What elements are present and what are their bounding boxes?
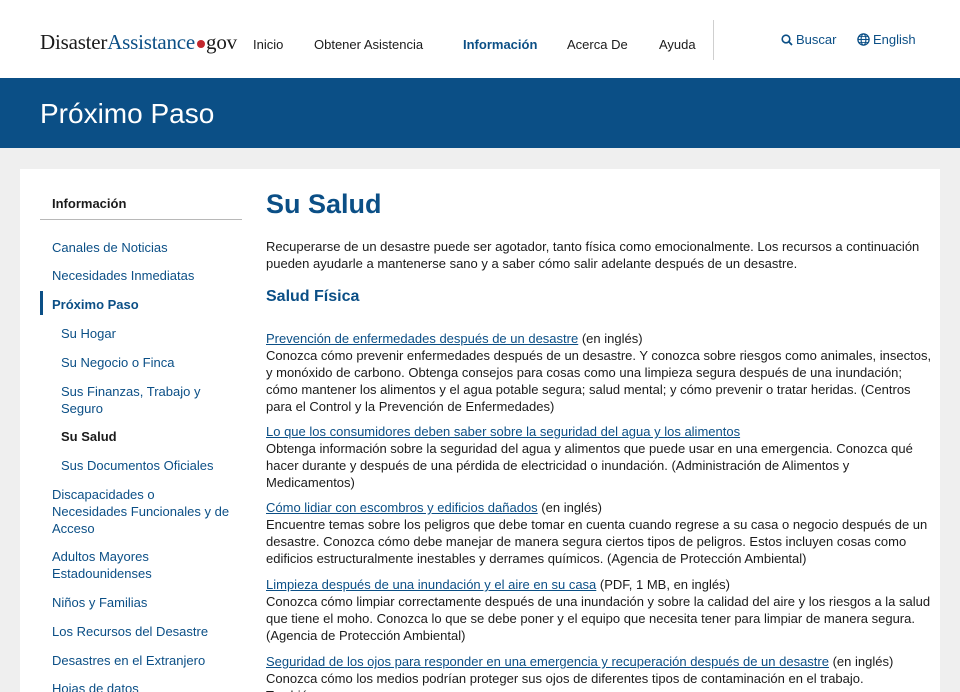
language-toggle[interactable]: English (857, 32, 916, 47)
resource-description: Encuentre temas sobre los peligros que d… (266, 517, 928, 566)
resource-description: Conozca cómo los medios podrían proteger… (266, 671, 864, 692)
resource-item: Cómo lidiar con escombros y edificios da… (266, 499, 932, 567)
resource-item: Seguridad de los ojos para responder en … (266, 653, 896, 692)
resource-link[interactable]: Prevención de enfermedades después de un… (266, 331, 578, 346)
resource-item: Prevención de enfermedades después de un… (266, 330, 932, 415)
sidebar-item-adultos-mayores[interactable]: Adultos Mayores Estadounidenses (52, 548, 192, 582)
resource-note: (en inglés) (578, 331, 643, 346)
page-title: Su Salud (266, 189, 382, 219)
site-header: DisasterAssistance gov Inicio Obtener Asi… (0, 0, 960, 78)
sidebar-item-necesidades-inmediatas[interactable]: Necesidades Inmediatas (52, 267, 194, 284)
sidebar-item-sus-documentos-oficiales[interactable]: Sus Documentos Oficiales (61, 457, 213, 474)
logo-dot-icon (197, 39, 206, 48)
nav-inicio[interactable]: Inicio (253, 37, 283, 52)
logo-text-assistance: Assistance (107, 30, 196, 54)
site-logo[interactable]: DisasterAssistance gov (40, 30, 237, 55)
sidebar-item-su-salud[interactable]: Su Salud (61, 428, 117, 445)
search-button[interactable]: Buscar (781, 32, 836, 47)
intro-text: Recuperarse de un desastre puede ser ago… (266, 239, 920, 271)
logo-text-gov: gov (206, 30, 237, 54)
sidebar-item-su-hogar[interactable]: Su Hogar (61, 325, 116, 342)
resource-description: Conozca cómo limpiar correctamente despu… (266, 594, 931, 643)
search-icon (781, 34, 793, 46)
resource-note: (en inglés) (537, 500, 602, 515)
logo-text-disaster: Disaster (40, 30, 108, 54)
sidebar-item-los-recursos-del-desastre[interactable]: Los Recursos del Desastre (52, 623, 208, 640)
nav-obtener-asistencia[interactable]: Obtener Asistencia (314, 37, 423, 52)
resource-description: Obtenga información sobre la seguridad d… (266, 441, 913, 490)
sidebar-item-su-negocio-o-finca[interactable]: Su Negocio o Finca (61, 354, 174, 371)
page-banner: Próximo Paso (0, 78, 960, 148)
sidebar-item-proximo-paso[interactable]: Próximo Paso (52, 296, 139, 313)
sidebar-item-canales-de-noticias[interactable]: Canales de Noticias (52, 239, 168, 256)
resource-item: Limpieza después de una inundación y el … (266, 576, 932, 644)
nav-divider (713, 20, 714, 60)
resource-link[interactable]: Cómo lidiar con escombros y edificios da… (266, 500, 538, 515)
sidebar-item-discapacidades[interactable]: Discapacidades o Necesidades Funcionales… (52, 486, 232, 537)
sidebar-item-sus-finanzas[interactable]: Sus Finanzas, Trabajo y Seguro (61, 383, 221, 417)
sidebar-item-ninos-y-familias[interactable]: Niños y Familias (52, 594, 147, 611)
resource-link[interactable]: Lo que los consumidores deben saber sobr… (266, 424, 740, 439)
sidebar-active-indicator (40, 291, 43, 315)
globe-icon (857, 33, 870, 46)
sidebar-item-desastres-en-el-extranjero[interactable]: Desastres en el Extranjero (52, 652, 205, 669)
sidebar-heading: Información (52, 196, 127, 211)
resource-note: (PDF, 1 MB, en inglés) (596, 577, 730, 592)
sidebar-divider (40, 219, 242, 220)
resource-link[interactable]: Limpieza después de una inundación y el … (266, 577, 596, 592)
resource-note: (en inglés) (828, 654, 894, 669)
sidebar-item-hojas-de-datos[interactable]: Hojas de datos (52, 680, 139, 692)
nav-ayuda[interactable]: Ayuda (659, 37, 696, 52)
resource-item: Lo que los consumidores deben saber sobr… (266, 423, 932, 491)
banner-title: Próximo Paso (40, 98, 215, 129)
search-label: Buscar (796, 32, 837, 47)
nav-acerca-de[interactable]: Acerca De (567, 37, 628, 52)
nav-informacion[interactable]: Información (463, 37, 537, 52)
resource-description: Conozca cómo prevenir enfermedades despu… (266, 348, 932, 414)
resource-link[interactable]: Seguridad de los ojos para responder en … (266, 654, 829, 669)
section-heading-salud-fisica: Salud Física (266, 288, 360, 305)
language-label: English (873, 32, 916, 47)
